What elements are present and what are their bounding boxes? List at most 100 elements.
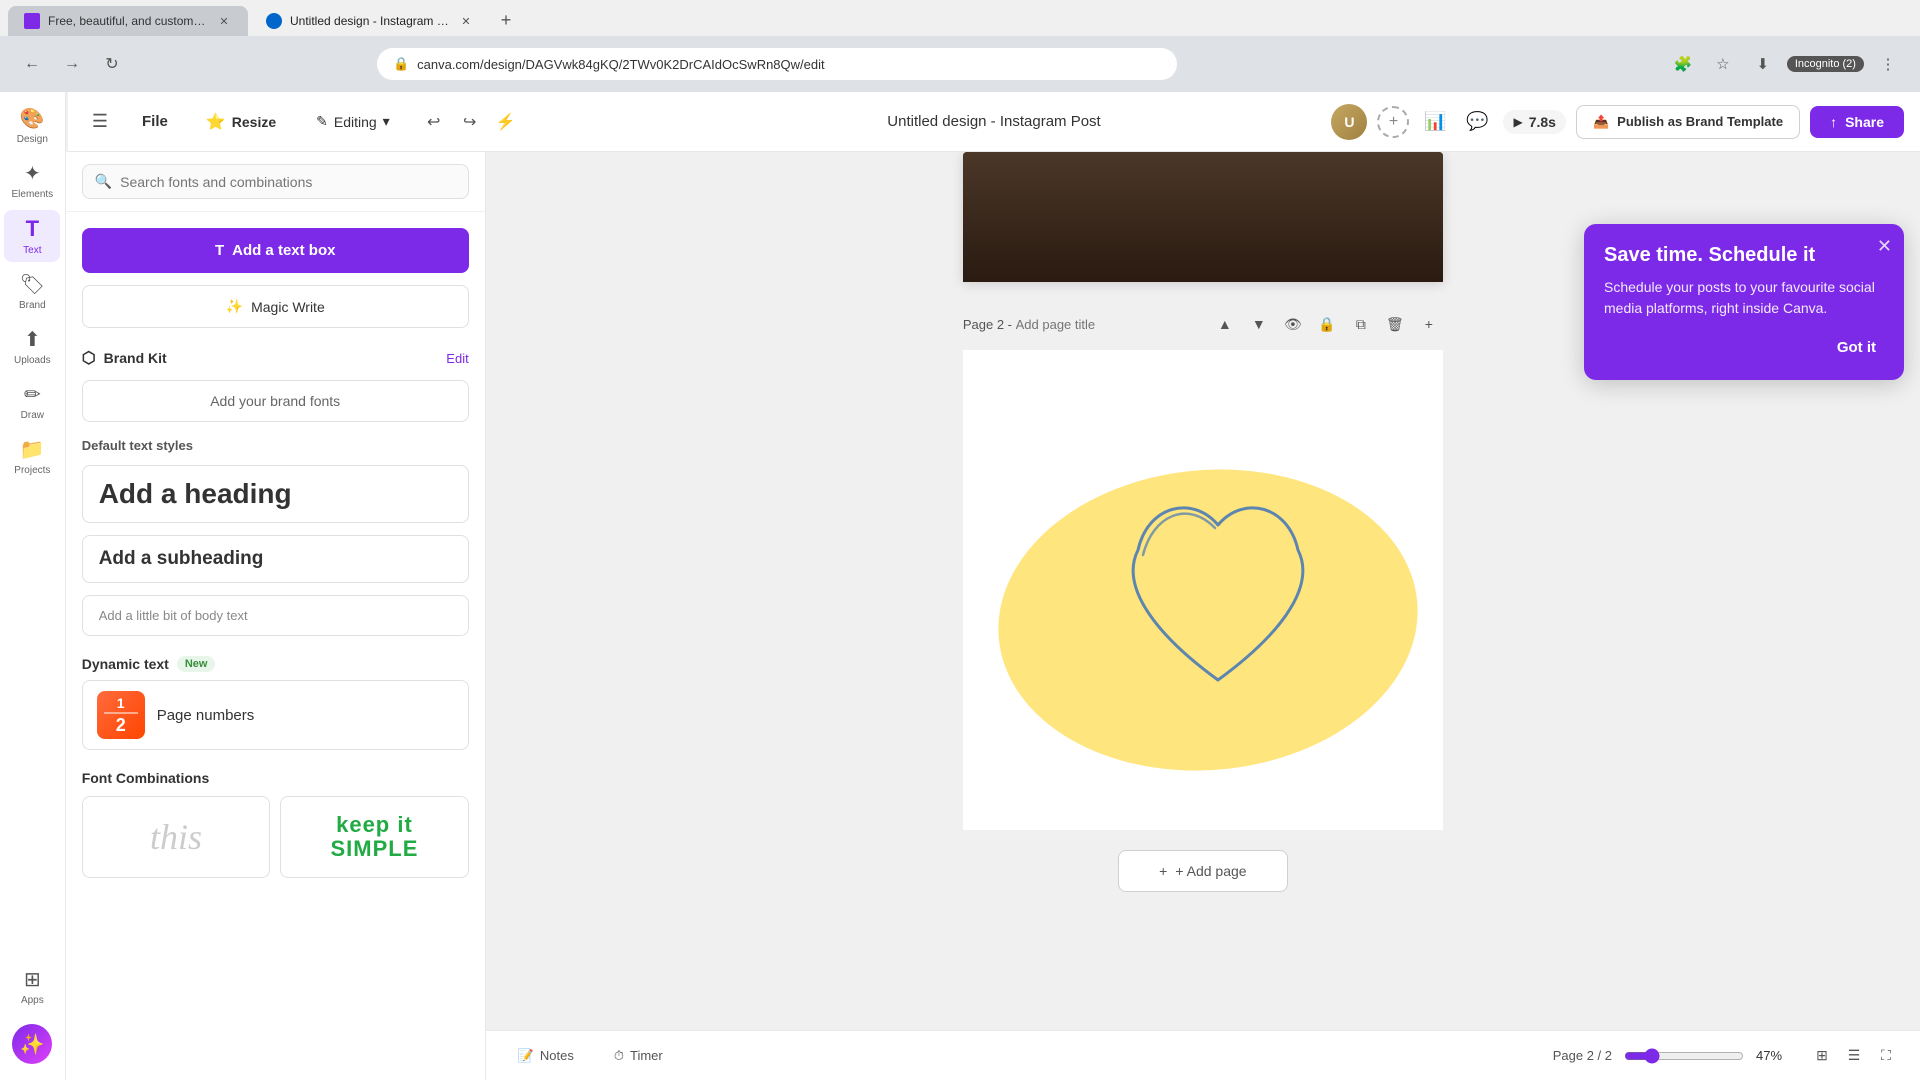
zoom-slider[interactable] (1624, 1048, 1744, 1064)
canvas-page-2-wrapper: Page 2 - ▲ ▼ 👁 🔒 ⧉ 🗑 + (963, 302, 1443, 830)
sidebar-item-uploads[interactable]: ⬆ Uploads (4, 321, 60, 372)
sidebar-label-uploads: Uploads (14, 355, 51, 366)
file-button[interactable]: File (132, 107, 178, 136)
analytics-button[interactable]: 📊 (1419, 106, 1451, 138)
page-down-button[interactable]: ▼ (1245, 310, 1273, 338)
resize-button[interactable]: ⭐ Resize (194, 106, 288, 138)
brand-kit-label: Brand Kit (104, 350, 167, 366)
page-num-top: 1 (117, 695, 125, 711)
add-body-button[interactable]: Add a little bit of body text (82, 595, 469, 636)
address-bar[interactable]: 🔒 canva.com/design/DAGVwk84gKQ/2TWv0K2Dr… (377, 48, 1177, 80)
add-page-container: + + Add page (963, 850, 1443, 892)
grid-view-button[interactable]: ⊞ (1808, 1042, 1836, 1070)
page-title-input[interactable] (1016, 317, 1156, 332)
bookmark-icon[interactable]: ☆ (1707, 48, 1739, 80)
tab-label-1: Free, beautiful, and customizabl... (48, 14, 208, 28)
tab-close-2[interactable]: ✕ (458, 13, 474, 29)
extensions-icon[interactable]: 🧩 (1667, 48, 1699, 80)
incognito-badge[interactable]: Incognito (2) (1787, 56, 1864, 72)
comment-button[interactable]: 💬 (1461, 106, 1493, 138)
list-view-button[interactable]: ☰ (1840, 1042, 1868, 1070)
redo-button[interactable]: ↪ (454, 106, 486, 138)
magic-write-icon: ✨ (226, 298, 243, 315)
sidebar-label-elements: Elements (12, 189, 54, 200)
add-subheading-button[interactable]: Add a subheading (82, 535, 469, 583)
default-styles-label: Default text styles (82, 438, 469, 453)
publish-button[interactable]: 📤 Publish as Brand Template (1576, 105, 1800, 139)
sidebar-item-draw[interactable]: ✏ Draw (4, 376, 60, 427)
url-text: canva.com/design/DAGVwk84gKQ/2TWv0K2DrCA… (417, 57, 825, 72)
font-combination-item-1[interactable]: this (82, 796, 271, 878)
canvas-page-2[interactable] (963, 350, 1443, 830)
brand-kit-edit-link[interactable]: Edit (446, 351, 468, 366)
add-page-button[interactable]: + + Add page (1118, 850, 1287, 892)
search-box[interactable]: 🔍 (82, 164, 469, 199)
timer-display[interactable]: ▶ 7.8s (1503, 110, 1565, 134)
forward-button[interactable]: → (56, 48, 88, 80)
magic-button[interactable]: ✨ (12, 1024, 52, 1064)
sidebar-item-text[interactable]: T Text (4, 210, 60, 262)
sidebar-item-projects[interactable]: 📁 Projects (4, 431, 60, 482)
browser-nav: ← → ↻ 🔒 canva.com/design/DAGVwk84gKQ/2TW… (0, 36, 1920, 92)
sidebar-item-brand[interactable]: 🏷 Brand (4, 266, 60, 317)
add-person-button[interactable]: + (1377, 106, 1409, 138)
undo-button[interactable]: ↩ (418, 106, 450, 138)
tab-label-2: Untitled design - Instagram Po... (290, 14, 450, 28)
page-eye-button[interactable]: 👁 (1279, 310, 1307, 338)
page-info: Page 2 / 2 47% ⊞ ☰ ⛶ (1553, 1042, 1900, 1070)
notes-button[interactable]: 📝 Notes (506, 1042, 586, 1070)
tab-close-1[interactable]: ✕ (216, 13, 232, 29)
add-brand-fonts-button[interactable]: Add your brand fonts (82, 380, 469, 422)
sidebar-item-apps[interactable]: ⊞ Apps (4, 961, 60, 1012)
page-controls: ▲ ▼ 👁 🔒 ⧉ 🗑 + (1211, 310, 1443, 338)
sidebar-item-elements[interactable]: ✦ Elements (4, 155, 60, 206)
add-text-box-button[interactable]: T Add a text box (82, 228, 469, 273)
design-title: Untitled design - Instagram Post (887, 113, 1100, 130)
dynamic-text-section: Dynamic text New 1 2 Page numbers (82, 656, 469, 750)
search-input[interactable] (120, 174, 456, 190)
sidebar-label-design: Design (17, 134, 48, 145)
new-tab-button[interactable]: + (492, 6, 520, 34)
got-it-button[interactable]: Got it (1829, 335, 1884, 360)
title-center: Untitled design - Instagram Post (887, 113, 1100, 130)
hamburger-menu[interactable]: ☰ (84, 106, 116, 138)
chevron-down-icon: ▾ (383, 113, 390, 130)
font-combination-item-2[interactable]: keep itSIMPLE (280, 796, 469, 878)
elements-icon: ✦ (24, 161, 41, 186)
undo-redo-group: ↩ ↪ ⚡ (418, 106, 522, 138)
magic-write-button[interactable]: ✨ Magic Write (82, 285, 469, 328)
search-section: 🔍 (66, 152, 485, 212)
sidebar-label-brand: Brand (19, 300, 46, 311)
page-2-header-row: Page 2 - ▲ ▼ 👁 🔒 ⧉ 🗑 + (963, 302, 1443, 346)
top-bar: ☰ File ⭐ Resize ✎ Editing ▾ ↩ ↪ ⚡ Untitl… (68, 92, 1920, 152)
page-lock-button[interactable]: 🔒 (1313, 310, 1341, 338)
notes-icon: 📝 (518, 1048, 534, 1064)
notes-label: Notes (540, 1048, 574, 1063)
page-delete-button[interactable]: 🗑 (1381, 310, 1409, 338)
timer-bottom-button[interactable]: ⏱ Timer (602, 1042, 675, 1070)
menu-icon[interactable]: ⋮ (1872, 48, 1904, 80)
download-icon[interactable]: ⬇ (1747, 48, 1779, 80)
page-copy-button[interactable]: ⧉ (1347, 310, 1375, 338)
back-button[interactable]: ← (16, 48, 48, 80)
magic-write-top-button[interactable]: ⚡ (490, 106, 522, 138)
add-heading-button[interactable]: Add a heading (82, 465, 469, 523)
browser-tab-2[interactable]: Untitled design - Instagram Po... ✕ (250, 6, 490, 36)
page-up-button[interactable]: ▲ (1211, 310, 1239, 338)
share-icon: ↑ (1830, 114, 1837, 130)
page-numbers-card[interactable]: 1 2 Page numbers (82, 680, 469, 750)
share-button[interactable]: ↑ Share (1810, 106, 1904, 138)
view-buttons: ⊞ ☰ ⛶ (1808, 1042, 1900, 1070)
brand-kit-title: ⬡ Brand Kit (82, 348, 167, 368)
design-icon: 🎨 (20, 106, 45, 131)
avatar[interactable]: U (1331, 104, 1367, 140)
refresh-button[interactable]: ↻ (96, 48, 128, 80)
fullscreen-button[interactable]: ⛶ (1872, 1042, 1900, 1070)
sidebar-item-design[interactable]: 🎨 Design (4, 100, 60, 151)
editing-button[interactable]: ✎ Editing ▾ (304, 107, 402, 136)
page-more-button[interactable]: + (1415, 310, 1443, 338)
popup-title: Save time. Schedule it (1604, 244, 1884, 267)
popup-close-button[interactable]: ✕ (1877, 236, 1892, 257)
browser-tab-1[interactable]: Free, beautiful, and customizabl... ✕ (8, 6, 248, 36)
font-combinations-label: Font Combinations (82, 770, 469, 786)
